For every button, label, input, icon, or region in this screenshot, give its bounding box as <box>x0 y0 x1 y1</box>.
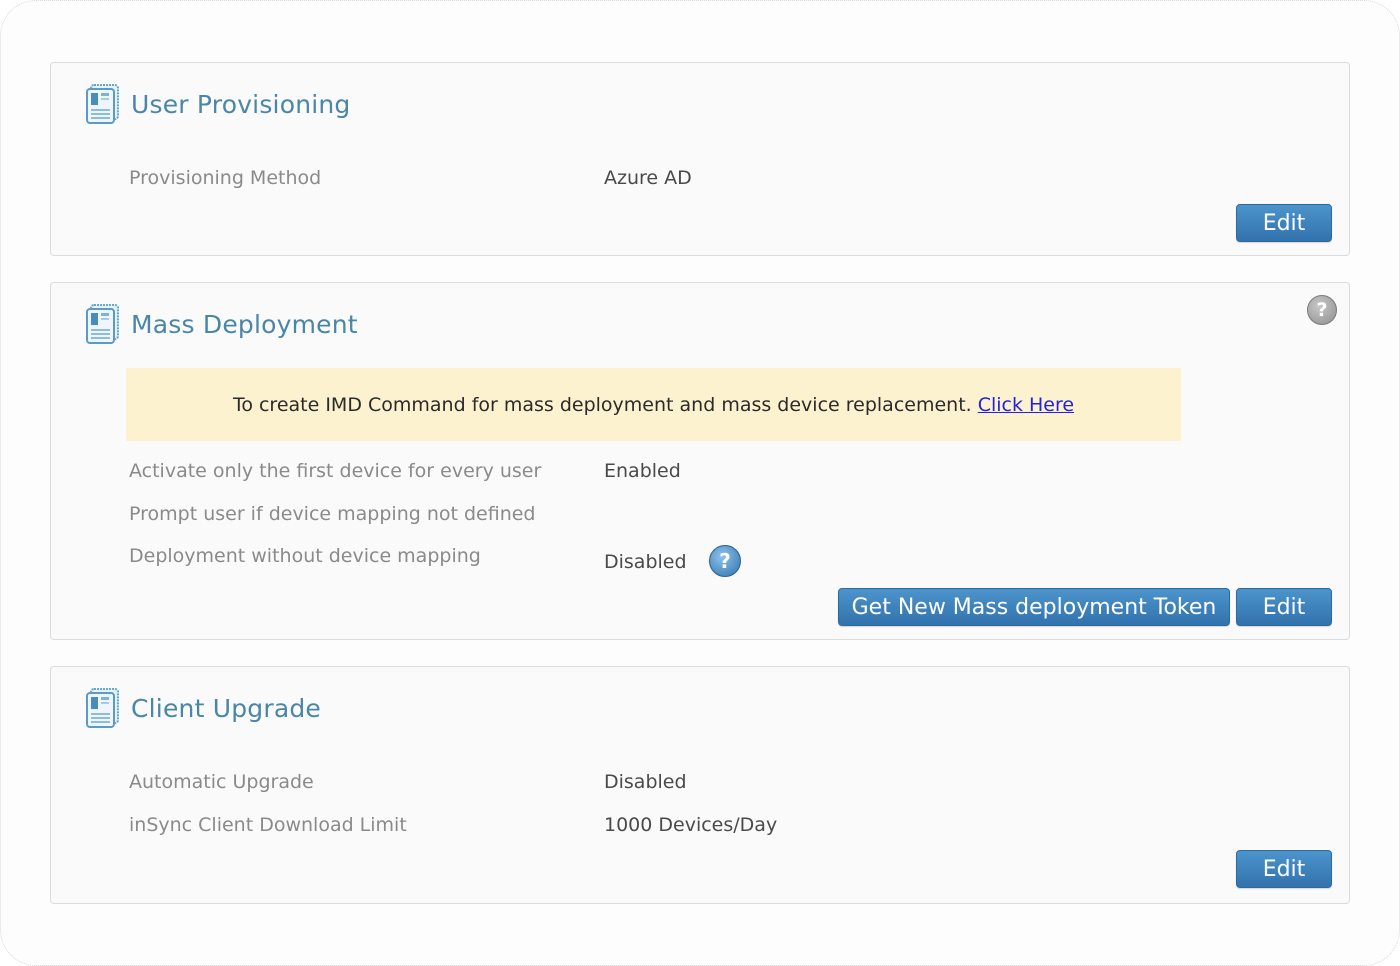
document-icon <box>86 84 119 124</box>
edit-button[interactable]: Edit <box>1236 204 1332 242</box>
setting-label: Automatic Upgrade <box>129 771 314 793</box>
section-title: User Provisioning <box>131 89 351 119</box>
setting-value: Enabled <box>604 460 681 482</box>
setting-label: Provisioning Method <box>129 167 322 189</box>
help-icon[interactable]: ? <box>1307 295 1337 325</box>
section-title: Client Upgrade <box>131 693 322 723</box>
imd-command-notice: To create IMD Command for mass deploymen… <box>126 368 1181 441</box>
notice-text: To create IMD Command for mass deploymen… <box>232 393 972 416</box>
document-icon <box>86 304 119 344</box>
help-icon[interactable]: ? <box>709 545 741 577</box>
setting-value: Disabled <box>604 771 687 793</box>
edit-button[interactable]: Edit <box>1236 588 1332 626</box>
setting-value: 1000 Devices/Day <box>604 814 778 836</box>
mass-deployment-panel: Mass Deployment ? To create IMD Command … <box>50 282 1350 640</box>
section-header: Client Upgrade <box>85 687 321 729</box>
edit-button[interactable]: Edit <box>1236 850 1332 888</box>
section-title: Mass Deployment <box>131 309 358 339</box>
setting-value: Disabled <box>604 551 687 573</box>
setting-label: Activate only the first device for every… <box>129 460 542 482</box>
setting-label: Deployment without device mapping <box>129 545 481 567</box>
client-upgrade-panel: Client Upgrade Automatic Upgrade Disable… <box>50 666 1350 904</box>
document-icon <box>86 688 119 728</box>
section-header: Mass Deployment <box>85 303 358 345</box>
setting-label: inSync Client Download Limit <box>129 814 407 836</box>
get-mass-deployment-token-button[interactable]: Get New Mass deployment Token <box>838 588 1230 626</box>
user-provisioning-panel: User Provisioning Provisioning Method Az… <box>50 62 1350 256</box>
setting-value: Azure AD <box>604 167 692 189</box>
click-here-link[interactable]: Click Here <box>978 394 1074 416</box>
section-header: User Provisioning <box>85 83 351 125</box>
setting-label: Prompt user if device mapping not define… <box>129 503 536 525</box>
